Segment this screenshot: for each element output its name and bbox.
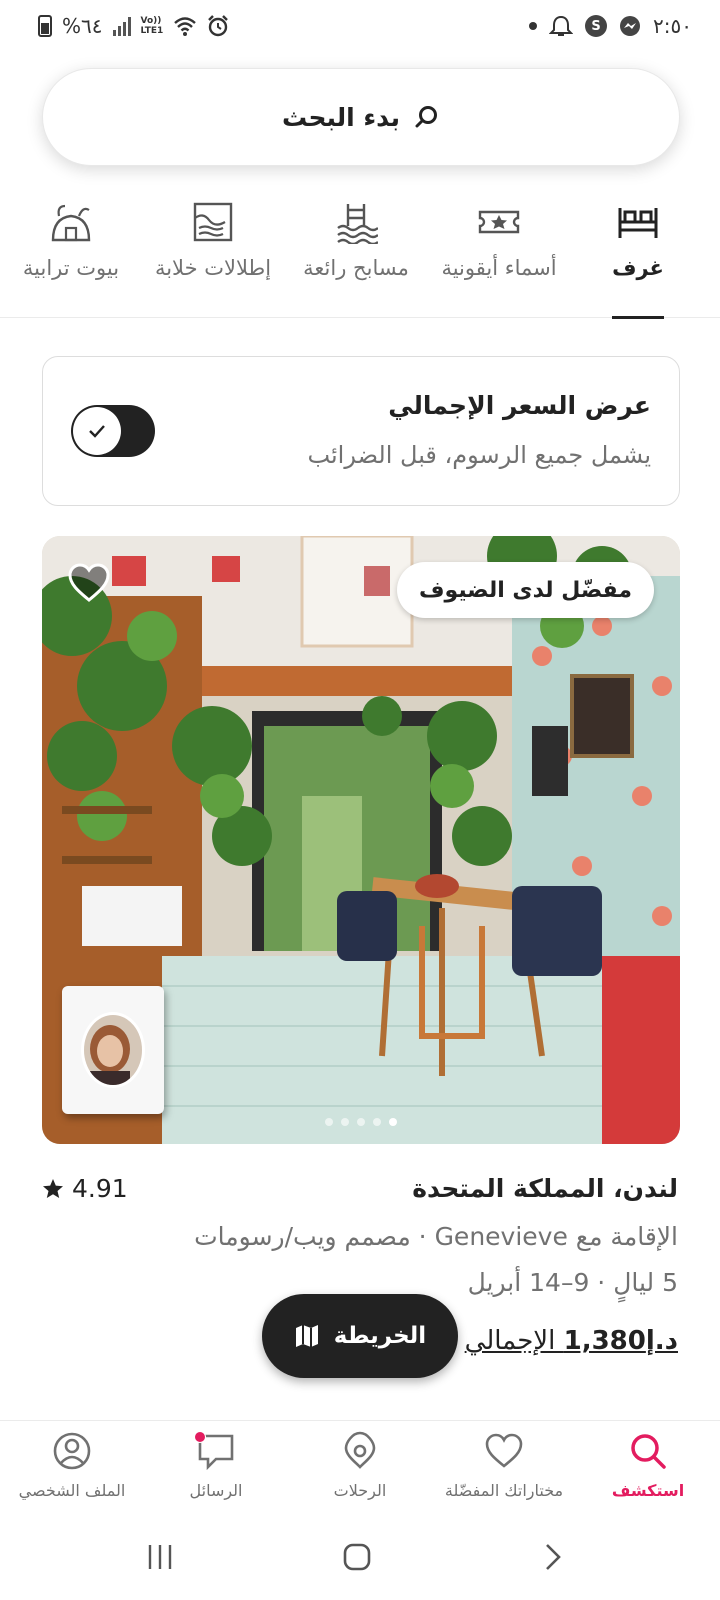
listing-photo[interactable]: مفضّل لدى الضيوف [42,536,680,1144]
heart-icon[interactable] [66,560,112,606]
listing-dates: 5 ليالٍ · 9–14 أبريل [467,1268,678,1297]
wifi-icon [174,17,197,36]
clock: ٢:٥٠ [653,14,692,38]
carousel-dot [357,1118,365,1126]
messenger-icon [620,16,641,36]
alarm-icon [208,15,229,37]
nav-profile[interactable]: الملف الشخصي [0,1431,144,1500]
profile-icon [53,1432,91,1470]
carousel-dot [341,1118,349,1126]
heart-icon [485,1433,523,1468]
star-icon [43,1178,63,1198]
ticket-star-icon [478,210,520,234]
nav-messages[interactable]: الرسائل [144,1431,288,1500]
search-label: بدء البحث [282,102,400,132]
nav-wishlists[interactable]: مختاراتك المفضّلة [432,1431,576,1500]
category-label: أسماء أيقونية [441,256,557,280]
back-icon[interactable] [542,1542,564,1572]
nav-label: استكشف [611,1481,685,1500]
pool-icon [337,204,378,244]
status-right-group: S ٢:٥٠ [529,14,692,38]
battery-icon [38,15,52,37]
check-icon [89,425,105,438]
price-amount: د.إ1,380 [563,1326,678,1356]
lte-indicator: Vo)) LTE1 [141,16,164,36]
battery-percent: %٦٤ [62,14,103,38]
category-label: بيوت ترابية [22,256,120,280]
host-avatar-card[interactable] [62,986,164,1114]
category-label: مسابح رائعة [303,256,409,280]
home-icon[interactable] [342,1542,372,1572]
map-button-label: الخريطة [333,1323,427,1349]
photo-carousel-dots [325,1118,397,1126]
bottom-navigation: استكشف مختاراتك المفضّلة الرحلات الرسائل… [0,1420,720,1520]
notification-dot-icon [529,22,538,30]
nav-label: الرحلات [333,1481,387,1500]
airbnb-icon [344,1431,376,1469]
category-label: إطلالات خلابة [154,256,272,280]
bell-icon [549,15,574,36]
search-icon [415,106,437,128]
nav-label: مختاراتك المفضّلة [444,1481,564,1500]
app-notification-icon: S [585,15,608,37]
bed-icon [618,208,658,238]
search-icon [631,1434,666,1469]
listing-host-line: الإقامة مع Genevieve · مصمم ويب/رسومات [194,1222,678,1251]
avatar [81,1012,145,1088]
category-pools[interactable]: مسابح رائعة [300,192,412,318]
recent-apps-icon[interactable] [146,1542,174,1572]
nav-label: الملف الشخصي [18,1481,126,1500]
category-earth-homes[interactable]: بيوت ترابية [22,192,120,318]
total-price-toggle[interactable] [71,405,155,457]
listing-price[interactable]: د.إ1,380 الإجمالي [465,1326,678,1356]
nav-explore[interactable]: استكشف [576,1431,720,1500]
scenic-view-icon [193,202,233,242]
map-button[interactable]: الخريطة [262,1294,458,1378]
carousel-dot [373,1118,381,1126]
category-views[interactable]: إطلالات خلابة [154,192,272,318]
total-price-subtitle: يشمل جميع الرسوم، قبل الضرائب [307,441,651,469]
toggle-knob [73,407,121,455]
category-bar: غرف أسماء أيقونية مسابح رائعة إطلالات خل… [0,192,720,319]
network-label: LTE1 [140,26,164,36]
carousel-dot-active [389,1118,397,1126]
system-navigation [0,1520,720,1600]
notification-badge [194,1431,206,1443]
signal-icon [112,16,131,36]
total-price-card: عرض السعر الإجمالي يشمل جميع الرسوم، قبل… [42,356,680,506]
price-suffix: الإجمالي [464,1326,564,1356]
search-bar[interactable]: بدء البحث [42,68,680,166]
earth-home-icon [51,204,91,242]
status-bar: %٦٤ Vo)) LTE1 S ٢:٥٠ [0,0,720,54]
category-rooms[interactable]: غرف [612,192,664,319]
guest-favorite-badge: مفضّل لدى الضيوف [396,562,654,618]
status-left-group: %٦٤ Vo)) LTE1 [38,14,229,38]
rating-value: 4.91 [72,1174,128,1203]
category-label: غرف [612,256,664,280]
listing-rating: 4.91 [42,1174,128,1203]
listing-title[interactable]: لندن، المملكة المتحدة [412,1174,678,1203]
category-iconic[interactable]: أسماء أيقونية [436,192,562,318]
map-icon [295,1325,318,1347]
total-price-title: عرض السعر الإجمالي [388,391,651,420]
host-portrait-image [84,1015,142,1085]
nav-trips[interactable]: الرحلات [288,1431,432,1500]
volte-label: Vo)) [140,16,162,26]
nav-label: الرسائل [189,1481,243,1500]
carousel-dot [325,1118,333,1126]
